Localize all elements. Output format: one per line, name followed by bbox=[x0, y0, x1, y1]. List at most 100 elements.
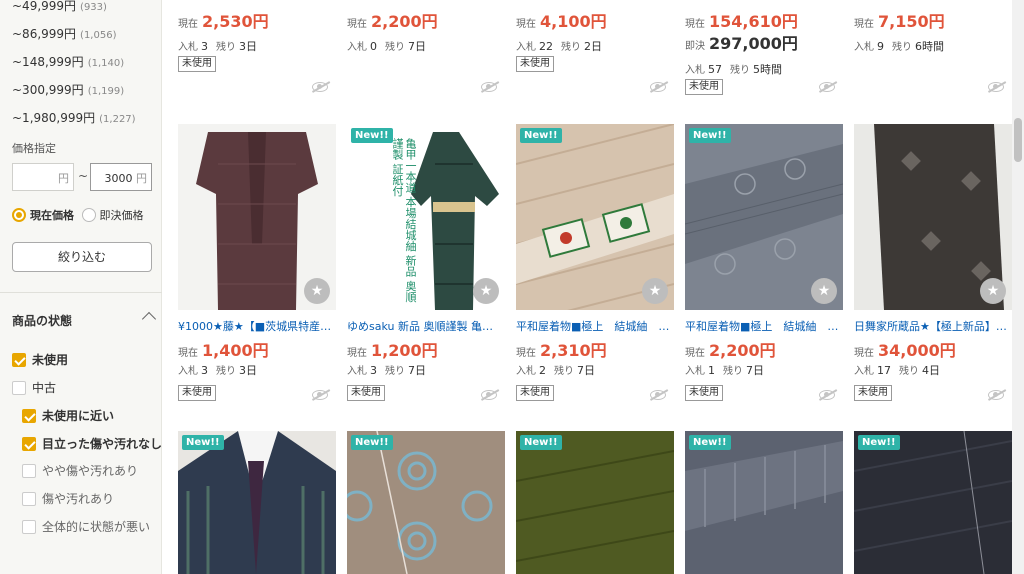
product-card[interactable]: 現在 154,610円 即決 297,000円 入札 57 残り 5時間 未使用 bbox=[679, 0, 839, 110]
product-image[interactable]: ★ bbox=[854, 124, 1012, 310]
kimono-image bbox=[347, 431, 505, 574]
radio-buyout-price[interactable]: 即決価格 bbox=[81, 208, 144, 222]
favorite-star-button[interactable]: ★ bbox=[811, 278, 837, 304]
remaining-label: 残り bbox=[385, 366, 405, 377]
bids-label: 入札 bbox=[178, 42, 198, 53]
filter-apply-button[interactable]: 絞り込む bbox=[12, 242, 152, 272]
kimono-image bbox=[178, 431, 336, 574]
product-image[interactable]: New!! ★ bbox=[516, 124, 674, 310]
price-range-item[interactable]: ~86,999円 (1,056) bbox=[12, 20, 157, 48]
radio-current-price[interactable]: 現在価格 bbox=[12, 208, 74, 222]
radio-buyout-label: 即決価格 bbox=[99, 209, 144, 222]
condition-header-label: 商品の状態 bbox=[12, 314, 73, 328]
watch-eye-icon[interactable] bbox=[988, 82, 1004, 92]
bids-count: 0 bbox=[370, 40, 377, 53]
bids-row: 入札 2 残り 7日 bbox=[516, 362, 595, 378]
product-image[interactable]: New!! bbox=[854, 431, 1012, 574]
product-card[interactable]: 現在 2,200円 入札 0 残り 7日 bbox=[341, 0, 501, 110]
product-card[interactable]: 現在 4,100円 入札 22 残り 2日 未使用 bbox=[510, 0, 670, 110]
product-card[interactable]: 現在 7,150円 入札 9 残り 6時間 bbox=[848, 0, 1008, 110]
favorite-star-button[interactable]: ★ bbox=[304, 278, 330, 304]
product-image[interactable]: New!! bbox=[178, 431, 336, 574]
condition-label: 中古 bbox=[32, 381, 57, 395]
price-range-item[interactable]: ~1,980,999円 (1,227) bbox=[12, 104, 157, 132]
product-image[interactable]: New!! ★ bbox=[685, 124, 843, 310]
product-image[interactable]: New!! bbox=[685, 431, 843, 574]
current-price: 4,100円 bbox=[540, 12, 607, 31]
watch-eye-icon[interactable] bbox=[988, 390, 1004, 400]
remaining-label: 残り bbox=[892, 42, 912, 53]
watch-eye-icon[interactable] bbox=[650, 390, 666, 400]
condition-checkbox-used[interactable]: 中古 bbox=[12, 379, 56, 396]
watch-eye-icon[interactable] bbox=[312, 390, 328, 400]
price-row: 現在 1,200円 bbox=[347, 337, 438, 361]
condition-section-header[interactable]: 商品の状態 bbox=[12, 311, 157, 329]
condition-checkbox-no-damage[interactable]: 目立った傷や汚れなし bbox=[22, 435, 162, 452]
remaining-label: 残り bbox=[216, 42, 236, 53]
checkbox-unchecked-icon bbox=[22, 520, 36, 534]
chevron-up-icon[interactable] bbox=[141, 311, 157, 327]
price-spec-inputs: 円 ~ 3000 円 bbox=[12, 163, 157, 191]
scrollbar-thumb[interactable] bbox=[1014, 118, 1022, 162]
product-title[interactable]: 平和屋着物■極上 結城紬 奥… bbox=[516, 318, 670, 334]
image-caption-line: 亀甲一本道 bbox=[404, 138, 417, 193]
condition-checkbox-some-damage[interactable]: やや傷や汚れあり bbox=[22, 462, 138, 479]
price-range-item[interactable]: ~49,999円 (933) bbox=[12, 0, 157, 20]
product-card[interactable]: 現在 2,530円 入札 3 残り 3日 未使用 bbox=[172, 0, 332, 110]
bids-count: 2 bbox=[539, 364, 546, 377]
current-price: 7,150円 bbox=[878, 12, 945, 31]
max-price-input[interactable]: 3000 円 bbox=[90, 163, 152, 191]
current-label: 現在 bbox=[854, 348, 874, 359]
condition-label: やや傷や汚れあり bbox=[42, 464, 139, 478]
bids-label: 入札 bbox=[516, 366, 536, 377]
buyout-price-row: 即決 297,000円 bbox=[685, 30, 798, 54]
price-row: 現在 2,200円 bbox=[685, 337, 776, 361]
min-price-input[interactable]: 円 bbox=[12, 163, 74, 191]
watch-eye-icon[interactable] bbox=[481, 82, 497, 92]
price-row: 現在 7,150円 bbox=[854, 8, 945, 32]
watch-eye-icon[interactable] bbox=[650, 82, 666, 92]
bids-count: 57 bbox=[708, 63, 722, 76]
watch-eye-icon[interactable] bbox=[819, 82, 835, 92]
favorite-star-button[interactable]: ★ bbox=[642, 278, 668, 304]
bids-label: 入札 bbox=[854, 366, 874, 377]
current-price: 154,610円 bbox=[709, 12, 798, 31]
product-image[interactable]: 亀甲一本道 本場結城紬 新品 奥順謹製 証紙付 New!! ★ bbox=[347, 124, 505, 310]
favorite-star-button[interactable]: ★ bbox=[980, 278, 1006, 304]
new-badge: New!! bbox=[689, 435, 731, 450]
product-title[interactable]: 平和屋着物■極上 結城紬 奥… bbox=[685, 318, 839, 334]
page-scrollbar[interactable] bbox=[1012, 0, 1024, 574]
watch-eye-icon[interactable] bbox=[819, 390, 835, 400]
image-caption-line: 本場結城紬 bbox=[404, 196, 417, 252]
price-range-count: (1,056) bbox=[80, 30, 117, 41]
checkbox-checked-icon bbox=[22, 437, 36, 451]
product-image[interactable]: New!! bbox=[347, 431, 505, 574]
bids-row: 入札 1 残り 7日 bbox=[685, 362, 764, 378]
price-range-item[interactable]: ~148,999円 (1,140) bbox=[12, 48, 157, 76]
price-type-radio-group: 現在価格 即決価格 bbox=[12, 207, 144, 223]
condition-checkbox-damaged[interactable]: 傷や汚れあり bbox=[22, 490, 114, 507]
price-range-item[interactable]: ~300,999円 (1,199) bbox=[12, 76, 157, 104]
condition-checkbox-unused[interactable]: 未使用 bbox=[12, 351, 68, 368]
current-price: 1,400円 bbox=[202, 341, 269, 360]
condition-badge: 未使用 bbox=[178, 56, 216, 72]
product-title[interactable]: ゆめsaku 新品 奥順謹製 亀甲一… bbox=[347, 318, 501, 334]
product-image[interactable]: ★ bbox=[178, 124, 336, 310]
bids-count: 1 bbox=[708, 364, 715, 377]
bids-count: 9 bbox=[877, 40, 884, 53]
product-image[interactable]: New!! bbox=[516, 431, 674, 574]
remaining-time: 2日 bbox=[584, 40, 602, 53]
favorite-star-button[interactable]: ★ bbox=[473, 278, 499, 304]
product-title[interactable]: 日舞家所蔵品★【極上新品】京… bbox=[854, 318, 1008, 334]
product-title[interactable]: ¥1000★藤★【■茨城県特産■… bbox=[178, 318, 332, 334]
condition-checkbox-like-new[interactable]: 未使用に近い bbox=[22, 407, 114, 424]
condition-checkbox-poor[interactable]: 全体的に状態が悪い bbox=[22, 518, 150, 535]
price-row: 現在 154,610円 bbox=[685, 8, 798, 32]
price-row: 現在 4,100円 bbox=[516, 8, 607, 32]
remaining-label: 残り bbox=[730, 65, 750, 76]
new-badge: New!! bbox=[351, 435, 393, 450]
watch-eye-icon[interactable] bbox=[481, 390, 497, 400]
watch-eye-icon[interactable] bbox=[312, 82, 328, 92]
page: ~49,999円 (933) ~86,999円 (1,056) ~148,999円(… bbox=[0, 0, 1024, 574]
remaining-label: 残り bbox=[385, 42, 405, 53]
